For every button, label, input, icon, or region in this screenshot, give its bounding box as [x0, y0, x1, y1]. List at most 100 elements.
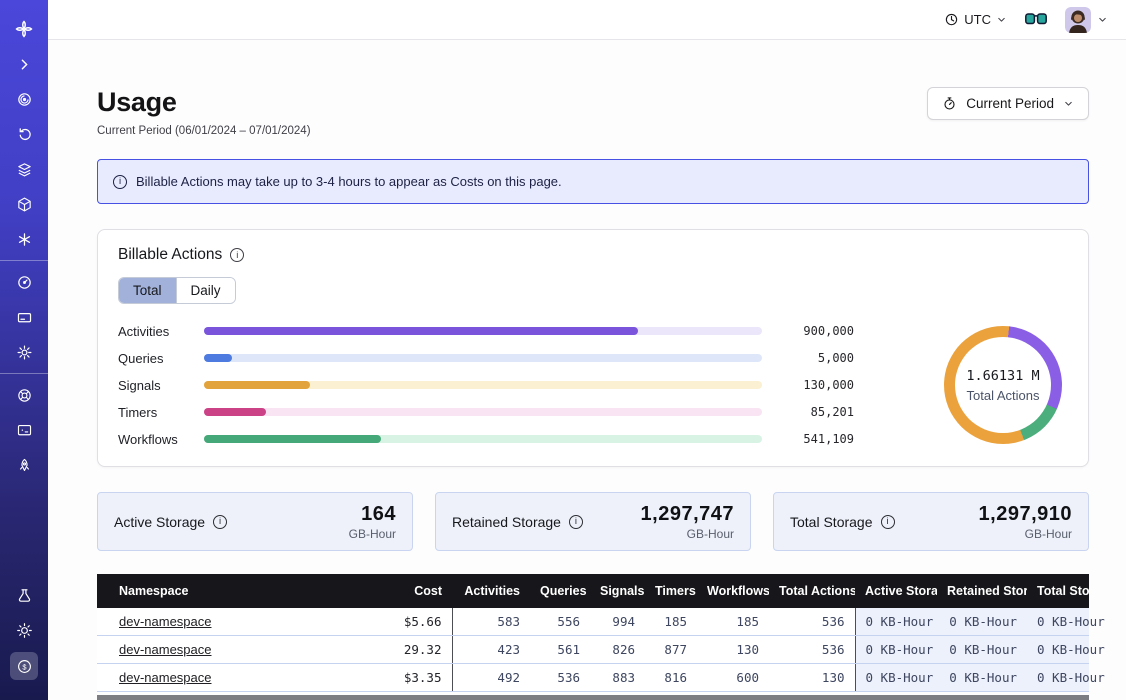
info-icon[interactable]: i — [569, 515, 583, 529]
storage-card-unit: GB-Hour — [349, 527, 396, 541]
bar-track — [204, 435, 762, 443]
cell-cost: 29.32 — [352, 636, 452, 664]
cell-signals: 883 — [590, 664, 645, 692]
storage-summary-row: Active Storage i 164 GB-Hour Retained St… — [97, 492, 1089, 551]
clock-icon — [944, 12, 959, 27]
cell-timers: 816 — [645, 664, 697, 692]
bar-fill — [204, 408, 266, 416]
cell-workflows: 600 — [697, 664, 769, 692]
table-cutoff-row — [97, 695, 1089, 700]
current-period-button[interactable]: Current Period — [927, 87, 1089, 120]
cell-total-storage: 0 KB-Hour — [1027, 664, 1089, 692]
info-icon[interactable]: i — [213, 515, 227, 529]
billing-card-icon[interactable] — [11, 304, 37, 330]
chevron-down-icon — [1097, 14, 1108, 25]
cell-timers: 877 — [645, 636, 697, 664]
theme-sun-icon[interactable] — [11, 617, 37, 643]
col-signals: Signals — [590, 574, 645, 608]
asterisk-icon[interactable] — [11, 226, 37, 252]
namespaces-icon[interactable] — [11, 86, 37, 112]
temporal-logo-icon[interactable] — [11, 16, 37, 42]
col-workflows: Workflows — [697, 574, 769, 608]
sidebar-group-help — [0, 373, 48, 486]
lab-flask-icon[interactable] — [11, 582, 37, 608]
support-lifebuoy-icon[interactable] — [11, 382, 37, 408]
cell-cost: $3.35 — [352, 664, 452, 692]
bar-fill — [204, 354, 232, 362]
storage-card-unit: GB-Hour — [641, 527, 734, 541]
info-icon[interactable]: i — [881, 515, 895, 529]
history-icon[interactable] — [11, 121, 37, 147]
cell-workflows: 130 — [697, 636, 769, 664]
cell-retained-storage: 0 KB-Hour — [937, 608, 1027, 636]
namespace-link[interactable]: dev-namespace — [119, 614, 212, 629]
donut-total-value: 1.66131 M — [966, 368, 1039, 384]
info-icon[interactable]: i — [230, 248, 244, 262]
billable-view-tabs: Total Daily — [118, 277, 236, 304]
cell-total-actions: 536 — [769, 636, 855, 664]
timezone-selector[interactable]: UTC — [944, 12, 1007, 27]
usage-gauge-icon[interactable] — [11, 269, 37, 295]
cell-retained-storage: 0 KB-Hour — [937, 664, 1027, 692]
bar-track — [204, 381, 762, 389]
col-retained-storage: Retained Storage — [937, 574, 1027, 608]
total-storage-card: Total Storage i 1,297,910 GB-Hour — [773, 492, 1089, 551]
storage-card-value: 1,297,747 — [641, 503, 734, 526]
user-menu[interactable] — [1065, 7, 1108, 33]
namespace-link[interactable]: dev-namespace — [119, 670, 212, 685]
col-queries: Queries — [530, 574, 590, 608]
sidebar-group-bottom — [0, 574, 48, 688]
bar-value: 5,000 — [762, 351, 854, 365]
page-subtitle: Current Period (06/01/2024 – 07/01/2024) — [97, 125, 311, 137]
storage-card-label: Retained Storage — [452, 514, 561, 530]
col-cost: Cost — [352, 574, 452, 608]
table-header-row: Namespace Cost Activities Queries Signal… — [97, 574, 1089, 608]
bar-label: Queries — [118, 351, 204, 366]
bar-label: Activities — [118, 324, 204, 339]
cell-total-actions: 130 — [769, 664, 855, 692]
sidebar-group-account — [0, 260, 48, 373]
storage-card-value: 164 — [349, 503, 396, 526]
chevron-down-icon — [996, 14, 1007, 25]
cell-queries: 556 — [530, 608, 590, 636]
settings-gear-icon[interactable] — [11, 339, 37, 365]
cell-active-storage: 0 KB-Hour — [855, 664, 937, 692]
bar-label: Workflows — [118, 432, 204, 447]
bar-label: Signals — [118, 378, 204, 393]
cell-cost: $5.66 — [352, 608, 452, 636]
bar-track — [204, 327, 762, 335]
layers-icon[interactable] — [11, 156, 37, 182]
total-actions-donut-chart: 1.66131 M Total Actions — [944, 326, 1062, 444]
table-row: dev-namespace $3.35 492 536 883 816 600 … — [97, 664, 1089, 692]
cell-queries: 536 — [530, 664, 590, 692]
tab-daily[interactable]: Daily — [176, 278, 235, 303]
bar-row-queries: Queries 5,000 — [118, 349, 854, 367]
storage-card-value: 1,297,910 — [979, 503, 1072, 526]
collapse-chevron-icon[interactable] — [11, 51, 37, 77]
col-activities: Activities — [452, 574, 530, 608]
col-total-actions: Total Actions — [769, 574, 855, 608]
credits-dollar-icon[interactable] — [10, 652, 38, 680]
rocket-icon[interactable] — [11, 452, 37, 478]
topbar: UTC — [48, 0, 1126, 40]
billable-chart: Activities 900,000 Queries 5,000 Signals… — [118, 322, 1068, 448]
col-active-storage: Active Storage — [855, 574, 937, 608]
bar-fill — [204, 327, 638, 335]
bar-row-timers: Timers 85,201 — [118, 403, 854, 421]
donut-total-label: Total Actions — [967, 388, 1040, 403]
cell-activities: 492 — [452, 664, 530, 692]
sidebar — [0, 0, 48, 700]
banner-text: Billable Actions may take up to 3-4 hour… — [136, 174, 562, 189]
feedback-monitor-icon[interactable] — [11, 417, 37, 443]
tab-total[interactable]: Total — [119, 278, 176, 303]
namespace-link[interactable]: dev-namespace — [119, 642, 212, 657]
cell-total-storage: 0 KB-Hour — [1027, 636, 1089, 664]
cell-workflows: 185 — [697, 608, 769, 636]
info-icon: i — [113, 175, 127, 189]
glasses-icon[interactable] — [1025, 13, 1047, 26]
cube-icon[interactable] — [11, 191, 37, 217]
bar-value: 85,201 — [762, 405, 854, 419]
col-timers: Timers — [645, 574, 697, 608]
cell-activities: 423 — [452, 636, 530, 664]
bar-row-signals: Signals 130,000 — [118, 376, 854, 394]
